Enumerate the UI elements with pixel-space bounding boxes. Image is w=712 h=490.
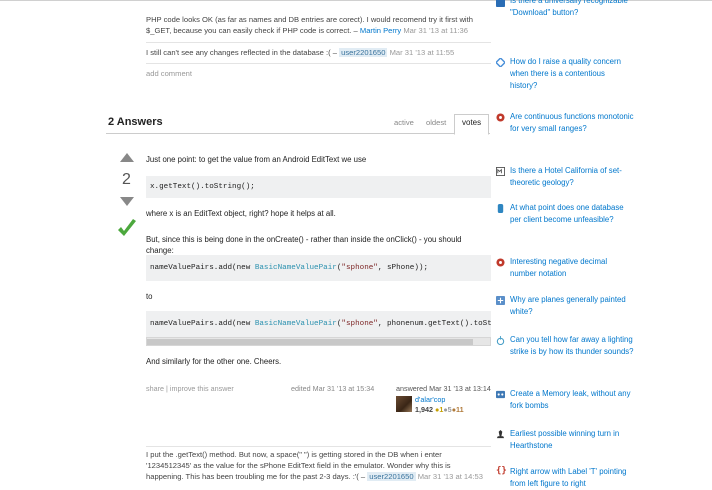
database-icon xyxy=(497,204,504,213)
hot-question-link[interactable]: Create a Memory leak, without any fork b… xyxy=(510,388,634,412)
code-string: "sphone" xyxy=(341,320,378,328)
code-block: x.getText().toString(); xyxy=(146,176,491,198)
tab-active[interactable]: active xyxy=(394,118,414,127)
code-block: nameValuePairs.add(new BasicNameValuePai… xyxy=(146,255,491,281)
comment-user-link[interactable]: Martin Perry xyxy=(360,26,401,35)
comment-time: Mar 31 '13 at 14:53 xyxy=(417,472,483,481)
user-name-link[interactable]: d'alar'cop xyxy=(415,395,445,404)
hot-question-link[interactable]: Earliest possible winning turn in Hearth… xyxy=(510,428,634,452)
hot-question-link[interactable]: Is there a universally recognizable "Dow… xyxy=(510,0,634,19)
comment: I put the .getText() method. But now, a … xyxy=(146,449,486,482)
answers-header: 2 Answers active oldest votes xyxy=(106,110,490,135)
edited-link[interactable]: edited Mar 31 '13 at 15:34 xyxy=(291,384,374,393)
comment: PHP code looks OK (as far as names and D… xyxy=(146,14,486,36)
hot-question-link[interactable]: Why are planes generally painted white? xyxy=(510,294,634,318)
comment-time: Mar 31 '13 at 11:55 xyxy=(389,48,455,57)
code-text: , phonenum.getText().toString()) xyxy=(377,320,491,328)
comment-divider xyxy=(146,42,491,43)
code-text: x.getText().toString(); xyxy=(150,183,255,191)
reputation: 1,942 ●1●5●11 xyxy=(415,405,464,414)
vote-count: 2 xyxy=(122,171,131,188)
comment-user-link[interactable]: user2201650 xyxy=(367,472,416,481)
silver-badge-count: ●5 xyxy=(443,405,452,414)
add-comment-link[interactable]: add comment xyxy=(146,68,486,79)
physics-icon xyxy=(496,336,505,345)
comment: I still can't see any changes reflected … xyxy=(146,47,486,58)
answer-paragraph: where x is an EditText object, right? ho… xyxy=(146,209,336,218)
bronze-badge-count: ●11 xyxy=(451,405,464,414)
code-text: nameValuePairs.add(new xyxy=(150,264,255,272)
answer-paragraph: But, since this is being done in the onC… xyxy=(146,235,462,255)
gear-icon xyxy=(496,258,505,267)
code-type: BasicNameValuePair xyxy=(254,264,337,272)
hot-question-link[interactable]: Is there a Hotel California of set-theor… xyxy=(510,165,634,189)
answer-paragraph: And similarly for the other one. Cheers. xyxy=(146,357,282,366)
answers-count-title: 2 Answers xyxy=(108,116,163,128)
downvote-arrow-icon[interactable] xyxy=(120,197,134,206)
avatar[interactable] xyxy=(396,396,412,412)
code-string: "sphone" xyxy=(341,264,378,272)
user-card: answered Mar 31 '13 at 13:14 d'alar'cop … xyxy=(396,384,494,428)
codegolf-icon xyxy=(496,390,505,399)
tab-votes[interactable]: votes xyxy=(454,114,490,135)
upvote-arrow-icon[interactable] xyxy=(120,153,134,162)
accepted-checkmark-icon xyxy=(116,218,138,242)
code-type: BasicNameValuePair xyxy=(254,320,337,328)
hot-question-link[interactable]: At what point does one database per clie… xyxy=(510,202,634,226)
code-horizontal-scrollbar[interactable] xyxy=(146,337,491,346)
improve-answer-link[interactable]: improve this answer xyxy=(170,384,234,393)
comment-user-link[interactable]: user2201650 xyxy=(339,48,388,57)
post-menu: share | improve this answer xyxy=(146,384,234,393)
reputation-score: 1,942 xyxy=(415,405,433,414)
diamond-icon xyxy=(496,58,505,67)
hot-question-link[interactable]: Are continuous functions monotonic for v… xyxy=(510,111,634,135)
hot-question-link[interactable]: Right arrow with Label 'T' pointing from… xyxy=(510,466,634,490)
answer-paragraph: Just one point: to get the value from an… xyxy=(146,155,367,164)
ux-icon xyxy=(496,0,505,7)
scrollbar-thumb[interactable] xyxy=(147,339,473,345)
share-link[interactable]: share xyxy=(146,384,164,393)
chess-icon xyxy=(496,430,505,439)
hot-question-link[interactable]: How do I raise a quality concern when th… xyxy=(510,56,634,92)
answer-comment-divider xyxy=(146,446,491,447)
comment-time: Mar 31 '13 at 11:36 xyxy=(403,26,468,35)
code-block: nameValuePairs.add(new BasicNameValuePai… xyxy=(146,311,491,337)
hot-question-link[interactable]: Can you tell how far away a lighting str… xyxy=(510,334,634,358)
code-text: nameValuePairs.add(new xyxy=(150,320,255,328)
gear-icon xyxy=(496,113,505,122)
square-icon xyxy=(496,296,505,305)
code-text: , sPhone)); xyxy=(377,264,429,272)
mo-icon xyxy=(496,167,505,176)
comment-divider xyxy=(146,63,491,64)
hot-question-link[interactable]: Interesting negative decimal number nota… xyxy=(510,256,634,280)
answer-paragraph: to xyxy=(146,292,153,301)
brackets-icon: {} xyxy=(496,466,507,476)
comment-text: I still can't see any changes reflected … xyxy=(146,48,337,57)
tab-oldest[interactable]: oldest xyxy=(426,118,446,127)
answered-time: answered Mar 31 '13 at 13:14 xyxy=(396,384,491,393)
